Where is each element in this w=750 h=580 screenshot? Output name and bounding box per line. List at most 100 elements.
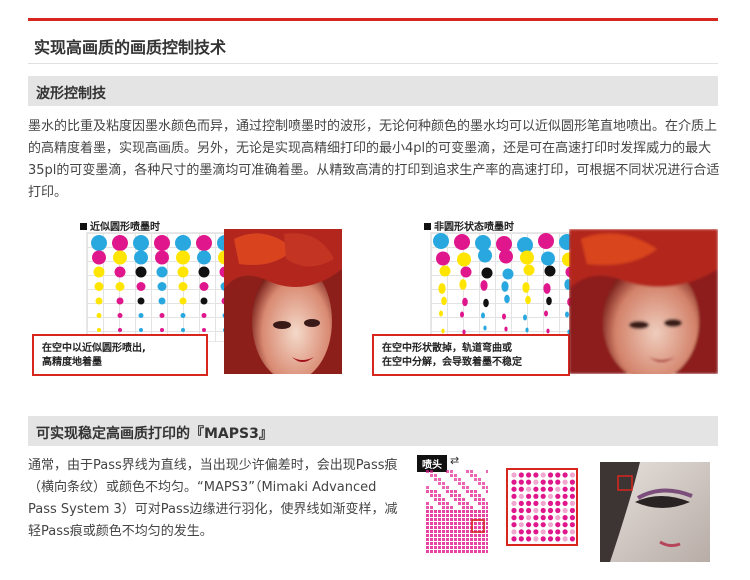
ink-dot <box>544 310 548 317</box>
magnified-dot <box>562 479 568 485</box>
callout-nonround: 在空中形状散掉，轨道弯曲或 在空中分解，会导致着墨不稳定 <box>372 334 570 376</box>
title-divider <box>28 63 718 64</box>
magnified-dot <box>518 479 524 485</box>
ink-cell <box>446 470 449 473</box>
ink-dot <box>499 249 513 264</box>
ink-dot <box>198 266 210 278</box>
ink-cell <box>446 490 449 493</box>
ink-cell <box>478 478 481 481</box>
ink-cell <box>486 546 488 549</box>
magnified-dot <box>540 515 546 521</box>
ink-cell <box>438 538 441 541</box>
ink-cell <box>470 494 473 497</box>
ink-cell <box>458 498 461 501</box>
ink-cell <box>446 506 449 509</box>
ink-cell <box>458 478 461 481</box>
ink-dot <box>180 313 186 318</box>
ink-cell <box>430 494 433 497</box>
ink-dot <box>116 297 124 305</box>
ink-cell <box>450 518 453 521</box>
ink-cell <box>430 514 433 517</box>
ink-cell <box>450 538 453 541</box>
ink-cell <box>454 514 457 517</box>
magnified-dot <box>511 515 517 521</box>
ink-dot <box>197 250 211 265</box>
magnified-dot <box>562 486 568 492</box>
page-title: 实现高画质的画质控制技术 <box>34 38 227 57</box>
magnified-dot <box>511 493 517 499</box>
magnified-dot <box>555 472 561 478</box>
ink-dot <box>439 265 451 277</box>
ink-cell <box>426 502 429 505</box>
waveform-description: 墨水的比重及粘度因墨水颜色而异，通过控制喷墨时的波形，无论何种颜色的墨水均可以近… <box>28 119 720 200</box>
ink-cell <box>438 522 441 525</box>
ink-cell <box>482 482 485 485</box>
magnified-dot <box>511 529 517 535</box>
magnified-dot <box>526 536 532 542</box>
ink-dot <box>135 266 147 278</box>
ink-cell <box>426 550 429 553</box>
ink-dot <box>462 297 468 307</box>
ink-cell <box>434 478 437 481</box>
ink-cell <box>458 534 461 537</box>
ink-dot <box>92 250 106 265</box>
ink-cell <box>470 490 473 493</box>
ink-cell <box>434 522 437 525</box>
ink-dot <box>496 236 512 252</box>
ink-cell <box>442 518 445 521</box>
ink-cell <box>434 474 437 477</box>
ink-cell <box>454 478 457 481</box>
ink-cell <box>450 510 453 513</box>
magnified-dot <box>555 536 561 542</box>
magnified-dot <box>540 493 546 499</box>
ink-dot <box>433 233 449 249</box>
magnified-dot <box>526 522 532 528</box>
ink-cell <box>438 542 441 545</box>
ink-cell <box>446 510 449 513</box>
ink-cell <box>434 550 437 553</box>
ink-dot <box>441 296 447 306</box>
ink-dot <box>502 313 506 320</box>
ink-dot <box>139 328 143 332</box>
magnified-dot <box>555 507 561 514</box>
ink-dot <box>154 235 170 251</box>
magnified-dot <box>569 493 575 499</box>
magnified-dot <box>526 472 532 478</box>
sample-photo-eye <box>600 462 710 562</box>
magnified-dot <box>562 536 568 542</box>
ink-cell <box>466 526 469 529</box>
magnified-dot <box>555 522 561 528</box>
ink-cell <box>478 514 481 517</box>
magnified-dot <box>540 507 546 514</box>
ink-cell <box>426 486 429 489</box>
ink-cell <box>438 502 441 505</box>
ink-dot <box>481 267 493 279</box>
ink-cell <box>482 498 485 501</box>
ink-cell <box>430 546 433 549</box>
ink-dot <box>175 235 191 251</box>
magnified-dot <box>540 529 546 535</box>
ink-cell <box>442 482 445 485</box>
feathered-pass-image <box>426 470 488 553</box>
ink-cell <box>478 538 481 541</box>
ink-dot <box>504 294 510 304</box>
ink-dot <box>543 283 551 294</box>
magnified-dot <box>547 493 554 499</box>
ink-dot <box>155 250 169 265</box>
ink-dot <box>177 266 189 278</box>
ink-dot <box>94 282 104 291</box>
ink-dot <box>199 282 209 291</box>
figure-label-round: 近似圆形喷墨时 <box>80 218 160 233</box>
ink-cell <box>478 494 481 497</box>
ink-cell <box>470 510 473 513</box>
ink-cell <box>450 522 453 525</box>
maps3-description: 通常，由于Pass界线为直线，当出现少许偏差时，会出现Pass痕（横向条纹）或颜… <box>28 458 398 539</box>
ink-cell <box>478 502 481 505</box>
magnified-dot <box>540 536 546 542</box>
ink-dot <box>178 282 188 291</box>
ink-cell <box>426 490 429 493</box>
ink-dot <box>157 282 167 291</box>
ink-dot <box>544 265 556 277</box>
ink-dot <box>156 266 168 278</box>
ink-cell <box>454 538 457 541</box>
